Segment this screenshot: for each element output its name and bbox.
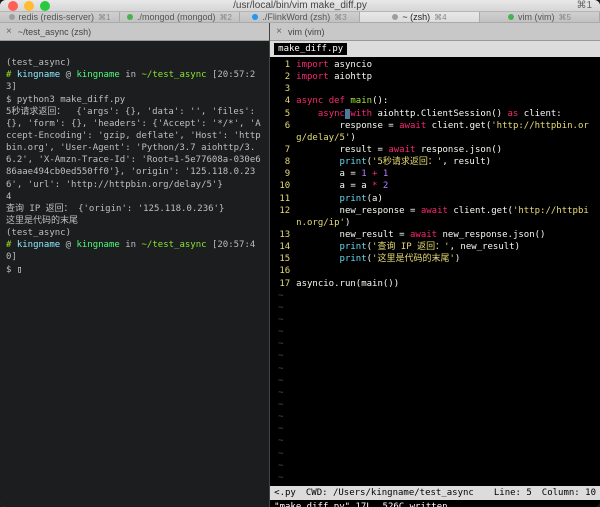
- tab-flinkword[interactable]: ./FlinkWord (zsh)⌘3: [240, 12, 360, 22]
- terminal-output: 4: [6, 192, 11, 202]
- vim-file-tab[interactable]: make_diff.py: [274, 43, 347, 55]
- app-window: /usr/local/bin/vim make_diff.py ⌘1 redis…: [0, 0, 600, 507]
- prompt-dollar: $: [6, 95, 17, 105]
- status-dot-icon: [127, 14, 133, 20]
- terminal-output: 5秒请求返回： {'args': {}, 'data': '', 'files'…: [6, 107, 261, 190]
- tab-mongod[interactable]: ./mongod (mongod)⌘2: [120, 12, 240, 22]
- terminal-output: 这里是代码的末尾: [6, 216, 78, 226]
- titlebar: /usr/local/bin/vim make_diff.py ⌘1: [0, 0, 600, 12]
- tab-vim[interactable]: vim (vim)⌘5: [480, 12, 600, 22]
- terminal-pane[interactable]: × ~/test_async (zsh) (test_async) # king…: [0, 23, 270, 507]
- status-filetype: <.py: [274, 488, 296, 498]
- vim-statusline: <.py CWD: /Users/kingname/test_async Lin…: [270, 486, 600, 500]
- tab-redis[interactable]: redis (redis-server)⌘1: [0, 12, 120, 22]
- status-dot-icon: [508, 14, 514, 20]
- status-dot-icon: [392, 14, 398, 20]
- split-panes: × ~/test_async (zsh) (test_async) # king…: [0, 23, 600, 507]
- terminal-output: 查询 IP 返回： {'origin': '125.118.0.236'}: [6, 204, 224, 214]
- vim-tabline: make_diff.py: [270, 41, 600, 57]
- tab-zsh[interactable]: ~ (zsh)⌘4: [360, 12, 480, 22]
- window-title: /usr/local/bin/vim make_diff.py: [0, 0, 600, 11]
- vim-message: "make_diff.py" 17L, 526C written: [270, 500, 600, 507]
- pane-tab-left[interactable]: × ~/test_async (zsh): [0, 23, 269, 41]
- status-dot-icon: [9, 14, 15, 20]
- close-pane-icon[interactable]: ×: [276, 26, 282, 37]
- vim-pane[interactable]: × vim (vim) make_diff.py 1import asyncio…: [270, 23, 600, 507]
- vim-buffer[interactable]: 1import asyncio 2import aiohttp 3 4async…: [270, 57, 600, 486]
- tab-bar: redis (redis-server)⌘1 ./mongod (mongod)…: [0, 12, 600, 23]
- pane-tab-right[interactable]: × vim (vim): [270, 23, 600, 41]
- terminal-cursor: ▯: [17, 265, 22, 275]
- status-dot-icon: [252, 14, 258, 20]
- terminal-body[interactable]: (test_async) # kingname @ kingname in ~/…: [0, 41, 269, 507]
- vim-empty-line: ~: [274, 290, 596, 302]
- prompt-hash: #: [6, 70, 17, 80]
- close-pane-icon[interactable]: ×: [6, 26, 12, 37]
